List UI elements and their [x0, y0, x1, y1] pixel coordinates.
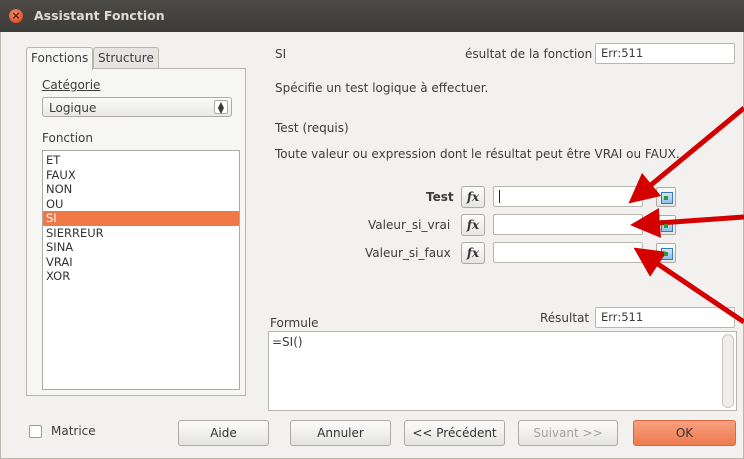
annotation-arrow	[630, 207, 744, 238]
annotation-arrow	[628, 106, 744, 204]
annotation-arrows	[628, 106, 744, 325]
annotation-arrow	[633, 247, 744, 325]
tab-fonctions[interactable]: Fonctions	[26, 47, 93, 70]
